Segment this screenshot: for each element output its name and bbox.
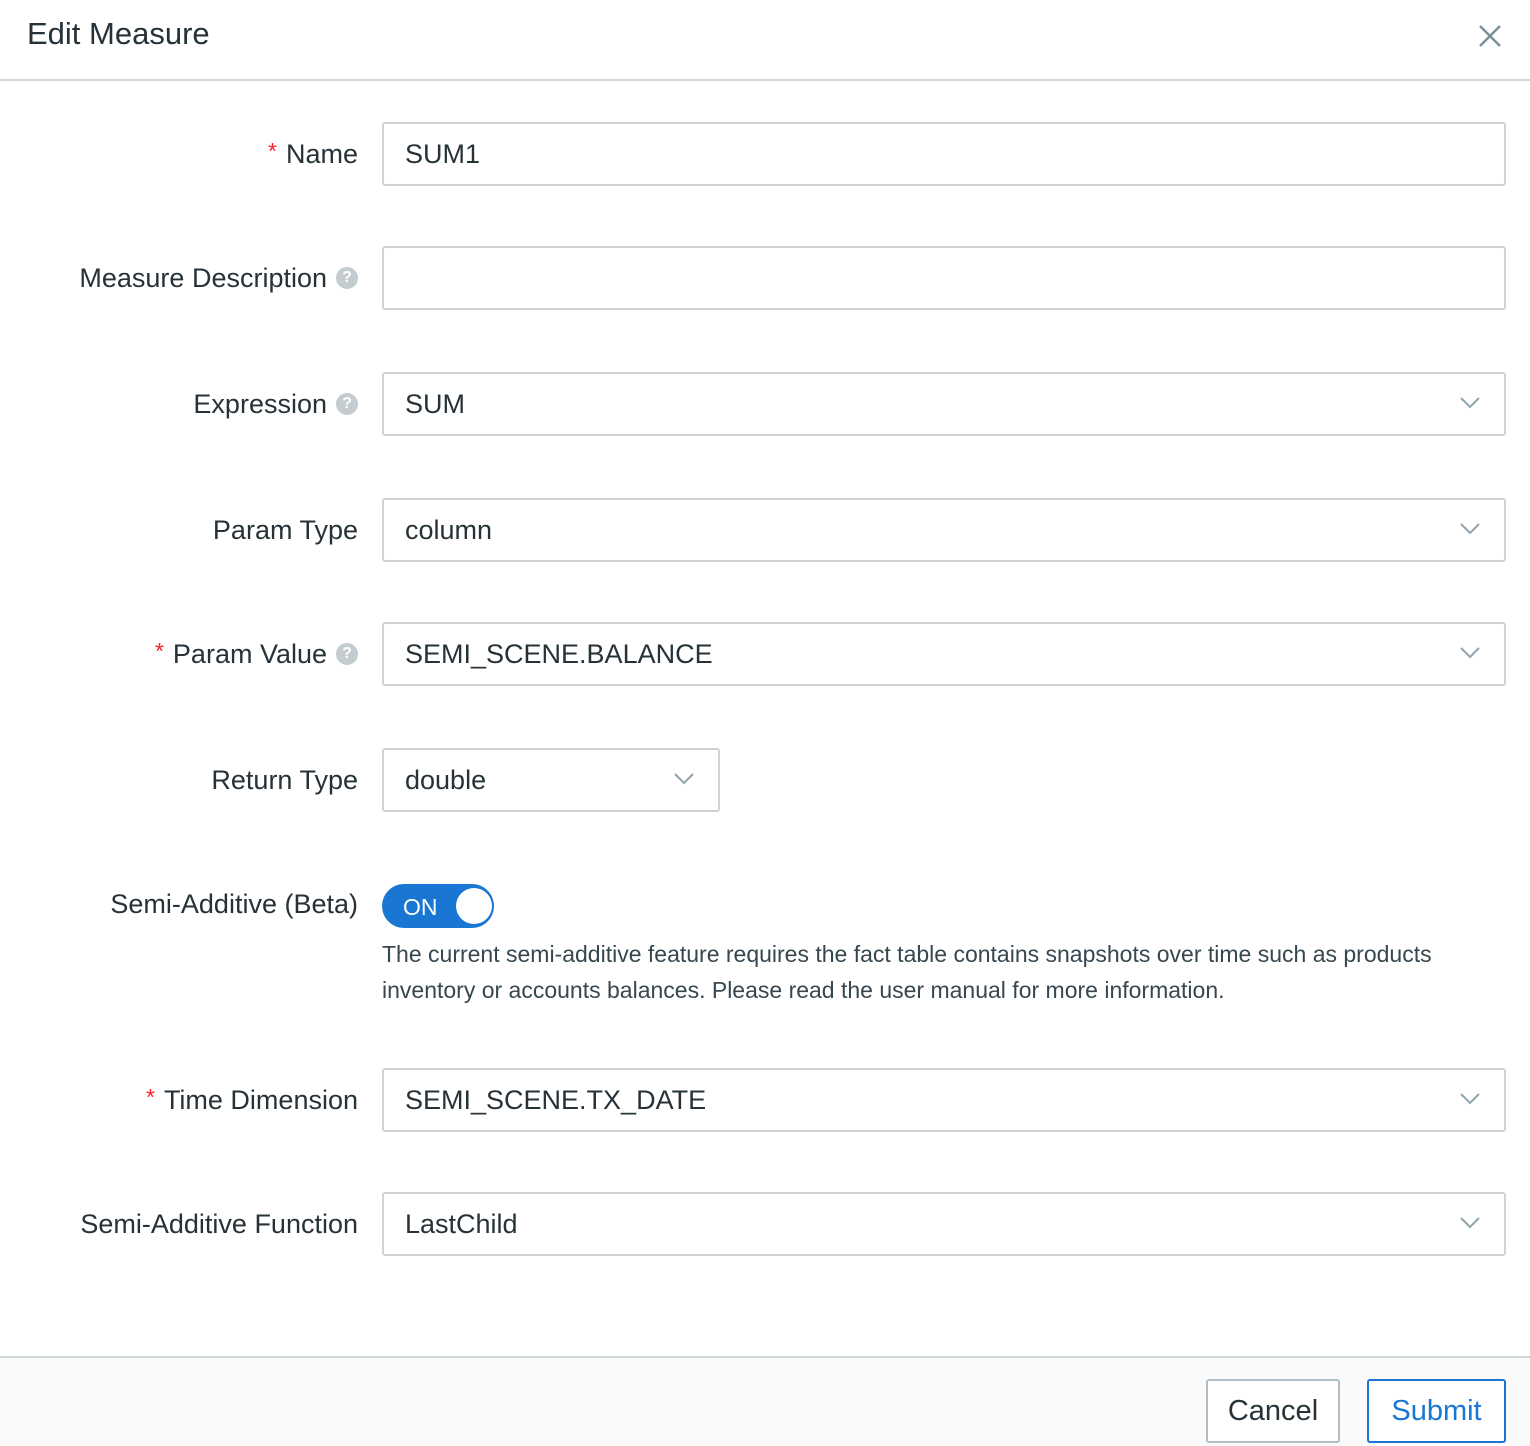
param-value-label-text: Param Value xyxy=(172,638,327,669)
chevron-down-icon xyxy=(674,773,694,785)
chevron-down-icon xyxy=(1460,1217,1480,1229)
question-icon[interactable]: ? xyxy=(336,643,358,665)
name-label: * Name xyxy=(268,122,358,186)
semi-additive-function-label-text: Semi-Additive Function xyxy=(80,1208,358,1239)
time-dimension-select[interactable]: SEMI_SCENE.TX_DATE xyxy=(382,1068,1506,1132)
chevron-down-icon xyxy=(1460,1093,1480,1105)
semi-additive-function-select[interactable]: LastChild xyxy=(382,1192,1506,1256)
param-type-row: Param Type column xyxy=(0,498,1530,562)
toggle-state-text: ON xyxy=(403,894,438,920)
required-asterisk: * xyxy=(268,137,277,164)
required-asterisk: * xyxy=(154,637,164,664)
toggle-knob xyxy=(456,888,492,924)
chevron-down-icon xyxy=(1460,647,1480,659)
dialog-header: Edit Measure xyxy=(0,0,1530,81)
param-value-value: SEMI_SCENE.BALANCE xyxy=(405,639,713,669)
time-dimension-label: * Time Dimension xyxy=(146,1068,358,1132)
semi-additive-label: Semi-Additive (Beta) xyxy=(110,872,358,936)
semi-additive-label-text: Semi-Additive (Beta) xyxy=(110,888,358,919)
measure-description-label-text: Measure Description xyxy=(79,262,327,293)
time-dimension-label-text: Time Dimension xyxy=(163,1084,358,1115)
submit-button[interactable]: Submit xyxy=(1367,1379,1506,1443)
name-row: * Name xyxy=(0,122,1530,186)
chevron-down-icon xyxy=(1460,397,1480,409)
measure-description-label: Measure Description ? xyxy=(79,246,358,310)
return-type-label-text: Return Type xyxy=(211,764,358,795)
expression-label: Expression ? xyxy=(193,372,358,436)
expression-value: SUM xyxy=(405,389,465,419)
semi-additive-function-row: Semi-Additive Function LastChild xyxy=(0,1192,1530,1256)
semi-additive-row: Semi-Additive (Beta) xyxy=(0,872,1530,936)
return-type-row: Return Type double xyxy=(0,748,1530,812)
name-input[interactable] xyxy=(384,124,1504,184)
edit-measure-dialog: Edit Measure * Name Measure Description … xyxy=(0,0,1530,1446)
param-type-select[interactable]: column xyxy=(382,498,1506,562)
param-value-select[interactable]: SEMI_SCENE.BALANCE xyxy=(382,622,1506,686)
chevron-down-icon xyxy=(1460,523,1480,535)
name-label-text: Name xyxy=(285,138,358,169)
expression-select[interactable]: SUM xyxy=(382,372,1506,436)
semi-additive-function-label: Semi-Additive Function xyxy=(80,1192,358,1256)
time-dimension-value: SEMI_SCENE.TX_DATE xyxy=(405,1085,707,1115)
semi-additive-hint: The current semi-additive feature requir… xyxy=(382,941,1432,1003)
return-type-label: Return Type xyxy=(211,748,358,812)
question-icon[interactable]: ? xyxy=(336,393,358,415)
dialog-title: Edit Measure xyxy=(27,16,210,51)
param-value-row: * Param Value ? SEMI_SCENE.BALANCE xyxy=(0,622,1530,686)
param-type-value: column xyxy=(405,515,493,545)
question-icon[interactable]: ? xyxy=(336,267,358,289)
cancel-button[interactable]: Cancel xyxy=(1206,1379,1340,1443)
param-type-label-text: Param Type xyxy=(212,514,358,545)
semi-additive-function-value: LastChild xyxy=(405,1209,518,1239)
required-asterisk: * xyxy=(145,1083,155,1110)
return-type-value: double xyxy=(405,765,487,795)
dialog-footer: Cancel Submit xyxy=(0,1356,1530,1446)
time-dimension-row: * Time Dimension SEMI_SCENE.TX_DATE xyxy=(0,1068,1530,1132)
measure-description-row: Measure Description ? xyxy=(0,246,1530,310)
close-icon[interactable] xyxy=(1474,20,1506,52)
param-value-label: * Param Value ? xyxy=(155,622,358,686)
param-type-label: Param Type xyxy=(213,498,358,562)
semi-additive-toggle[interactable]: ON xyxy=(382,884,494,928)
expression-row: Expression ? SUM xyxy=(0,372,1530,436)
name-field[interactable] xyxy=(382,122,1506,186)
measure-description-input[interactable] xyxy=(384,248,1504,308)
measure-description-field[interactable] xyxy=(382,246,1506,310)
return-type-select[interactable]: double xyxy=(382,748,720,812)
expression-label-text: Expression xyxy=(193,388,327,419)
